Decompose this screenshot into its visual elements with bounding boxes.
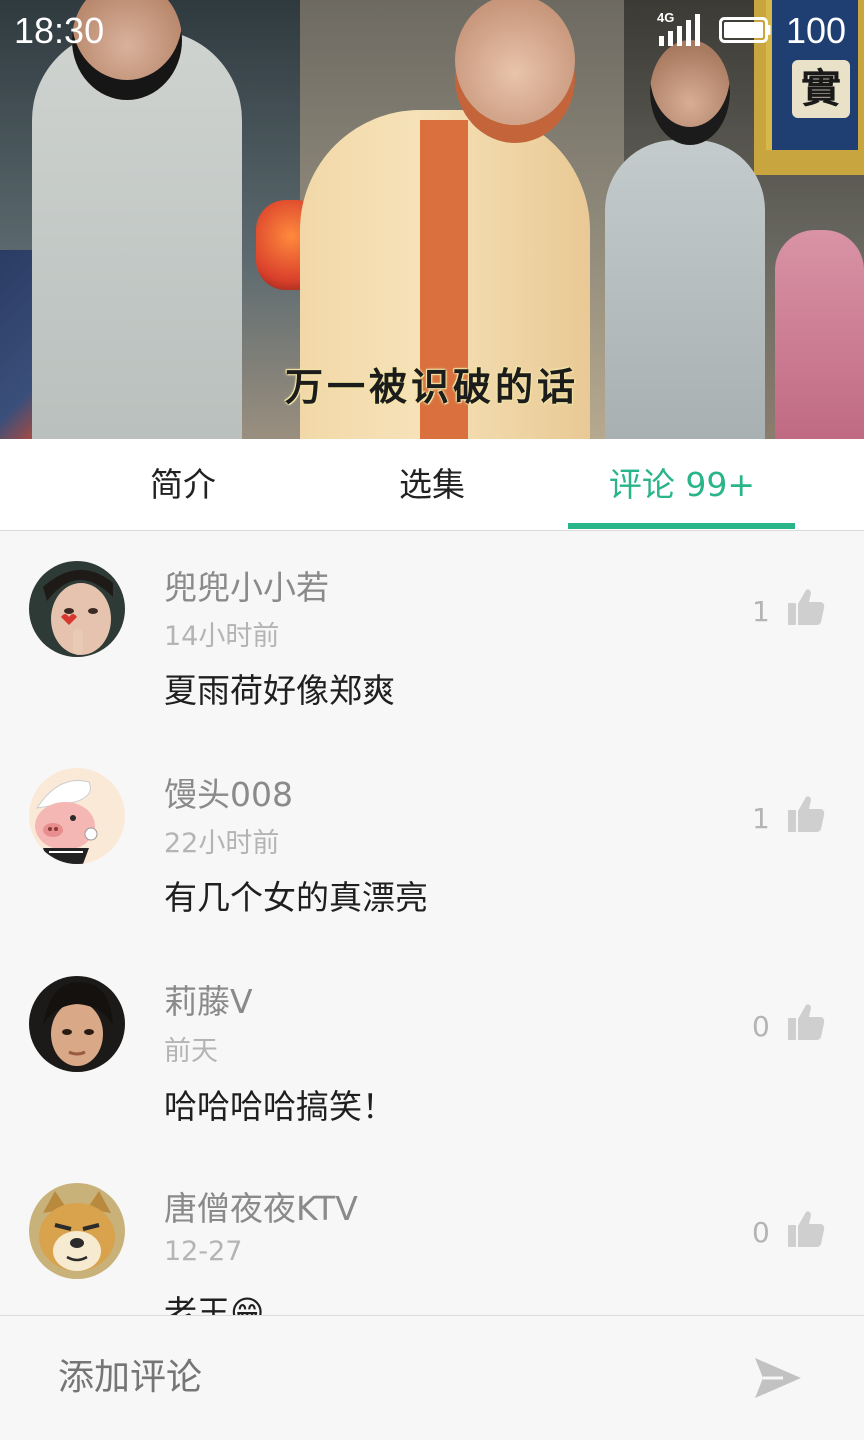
comment-username[interactable]: 莉藤V — [164, 975, 253, 1023]
comment-list[interactable]: 兜兜小小若 14小时前 夏雨荷好像郑爽 1 馒头008 22小时前 有几个女的真… — [0, 531, 864, 1315]
comment-time: 12-27 — [164, 1236, 243, 1267]
comment-time: 前天 — [164, 1036, 218, 1067]
video-scene-sign-glyph: 實 — [792, 60, 850, 118]
thumbs-up-icon[interactable] — [786, 1002, 826, 1042]
comment-text: 老王😁 — [164, 1293, 265, 1315]
user-avatar[interactable] — [29, 768, 125, 864]
comment-item: 唐僧夜夜KTV 12-27 老王😁 0 — [0, 1152, 864, 1315]
app-root: 實 万一被识破的话 18:30 4G 100 简介 选集 评论 99+ 兜兜小小… — [0, 0, 864, 1440]
tab-active-indicator — [568, 523, 795, 529]
comment-time: 14小时前 — [164, 621, 280, 652]
video-subtitle: 万一被识破的话 — [284, 364, 579, 409]
comment-username[interactable]: 兜兜小小若 — [164, 561, 329, 609]
thumbs-up-icon[interactable] — [786, 587, 826, 627]
thumbs-up-icon[interactable] — [786, 1209, 826, 1249]
like-count: 1 — [752, 595, 770, 628]
status-time: 18:30 — [14, 10, 105, 51]
tab-comments[interactable]: 评论 99+ — [557, 439, 807, 530]
comment-item: 兜兜小小若 14小时前 夏雨荷好像郑爽 1 — [0, 531, 864, 738]
comment-item: 莉藤V 前天 哈哈哈哈搞笑！ 0 — [0, 945, 864, 1152]
comment-text: 有几个女的真漂亮 — [164, 878, 428, 917]
like-count: 1 — [752, 802, 770, 835]
video-player[interactable]: 實 万一被识破的话 18:30 4G 100 — [0, 0, 864, 439]
tab-bar: 简介 选集 评论 99+ — [0, 439, 864, 531]
comment-input-bar — [0, 1315, 864, 1440]
user-avatar[interactable] — [29, 976, 125, 1072]
comment-text: 哈哈哈哈搞笑！ — [164, 1087, 395, 1126]
send-icon[interactable] — [753, 1356, 803, 1400]
user-avatar[interactable] — [29, 561, 125, 657]
thumbs-up-icon[interactable] — [786, 794, 826, 834]
comment-input[interactable] — [58, 1352, 698, 1402]
battery-level: 100 — [786, 10, 847, 51]
comment-time: 22小时前 — [164, 828, 280, 859]
signal-strength-icon — [659, 14, 700, 46]
comment-text: 夏雨荷好像郑爽 — [164, 671, 395, 710]
comment-item: 馒头008 22小时前 有几个女的真漂亮 1 — [0, 738, 864, 945]
like-count: 0 — [752, 1010, 770, 1043]
tab-episodes[interactable]: 选集 — [307, 439, 557, 530]
status-bar: 18:30 4G 100 — [0, 0, 864, 64]
battery-icon — [719, 17, 771, 43]
tab-intro[interactable]: 简介 — [58, 439, 308, 530]
comment-username[interactable]: 唐僧夜夜KTV — [164, 1182, 358, 1230]
user-avatar[interactable] — [29, 1183, 125, 1279]
like-count: 0 — [752, 1216, 770, 1249]
comment-username[interactable]: 馒头008 — [164, 768, 293, 816]
